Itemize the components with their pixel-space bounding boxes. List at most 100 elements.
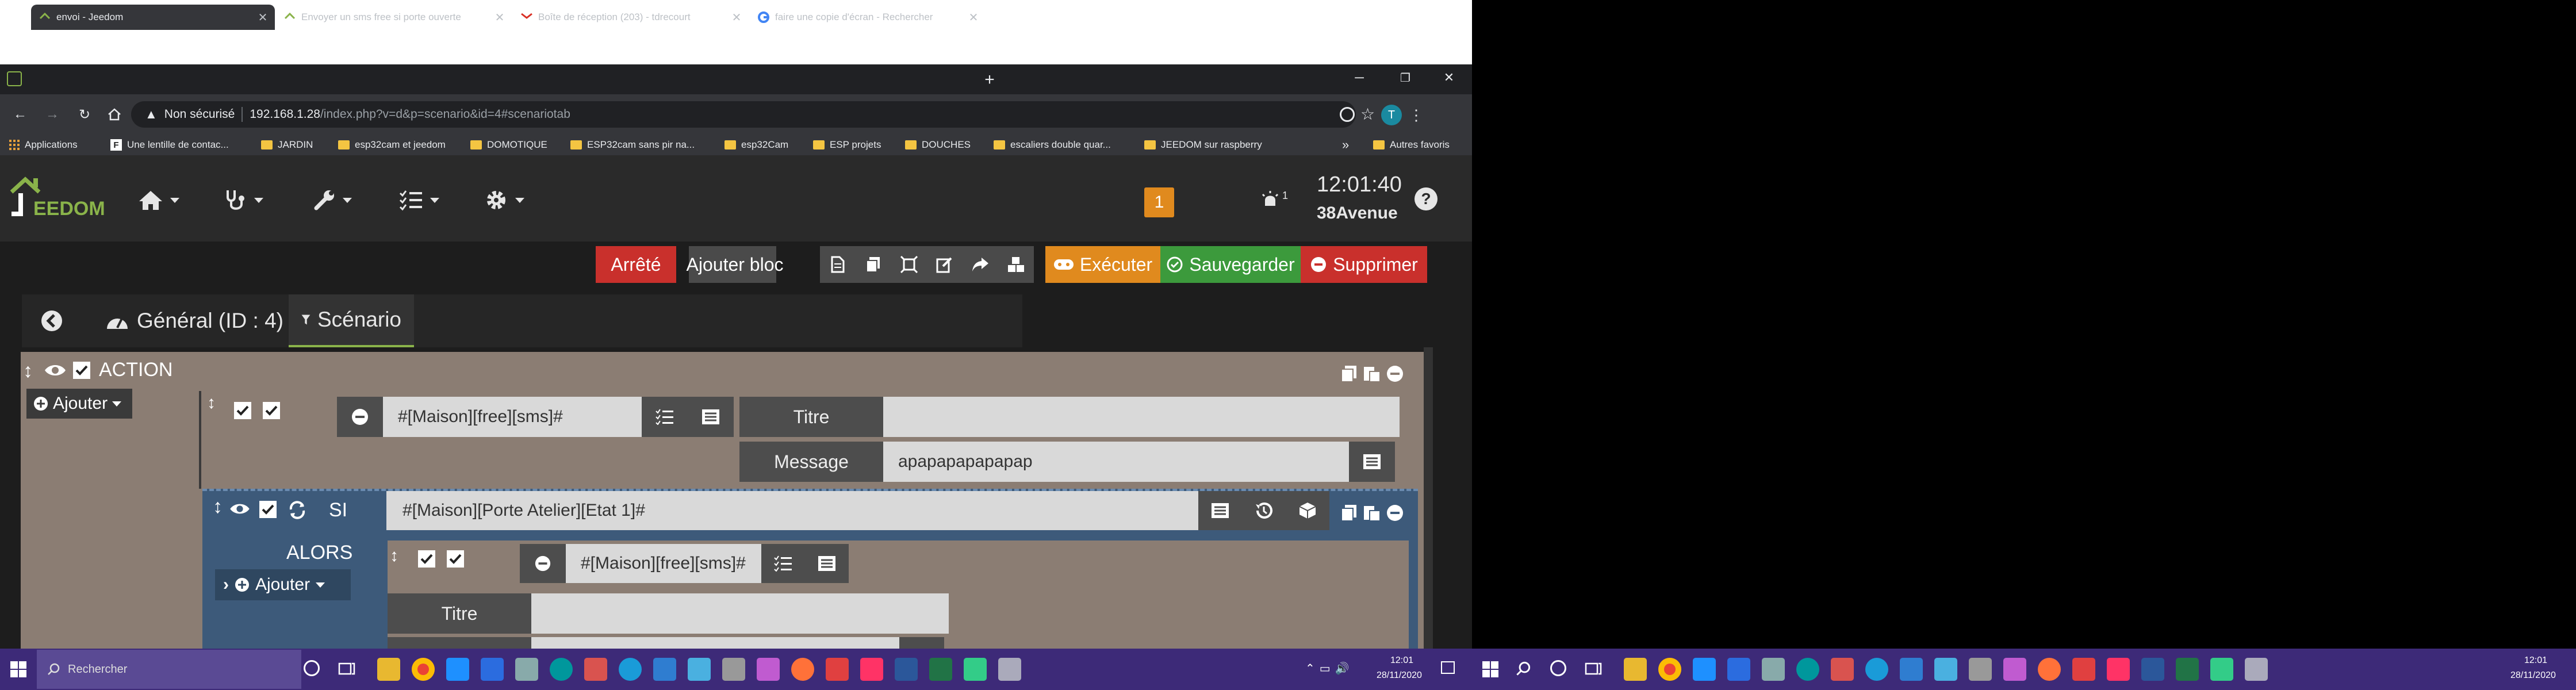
notification-badge[interactable]: 1	[1144, 187, 1174, 217]
action-add-button[interactable]: Ajouter	[26, 389, 132, 419]
copy-icon[interactable]	[1340, 504, 1358, 522]
tray-icons[interactable]: ⌃▭🔊	[1305, 661, 1354, 676]
restore-button[interactable]: ❐	[1382, 64, 1428, 91]
tab-general[interactable]: Général (ID : 4)	[92, 294, 296, 347]
remove-circle-icon[interactable]	[1386, 365, 1404, 383]
profile-avatar[interactable]: T	[1381, 105, 1402, 125]
back-arrow-button[interactable]	[28, 294, 76, 347]
sync-icon[interactable]	[288, 500, 307, 520]
help-icon[interactable]: ?	[1414, 187, 1438, 210]
message-input[interactable]: apapapapapapap	[883, 442, 1349, 482]
menu-tools[interactable]	[313, 184, 352, 216]
alors-command-input[interactable]: #[Maison][free][sms]#	[566, 544, 761, 583]
save-button[interactable]: Sauvegarder	[1160, 246, 1301, 283]
chrome-icon[interactable]	[1658, 658, 1681, 681]
execute-button[interactable]: Exécuter	[1045, 246, 1160, 283]
app-icon-7[interactable]	[722, 658, 745, 681]
condition-list-button[interactable]	[1198, 491, 1242, 530]
app-icon-9[interactable]	[826, 658, 849, 681]
app-icon-2[interactable]	[1727, 658, 1750, 681]
copy-button[interactable]	[856, 246, 891, 283]
menu-plugins[interactable]	[399, 184, 439, 216]
app-icon-5[interactable]	[1900, 658, 1923, 681]
app-icon-12[interactable]	[2245, 658, 2268, 681]
file-explorer-icon[interactable]	[377, 658, 400, 681]
app-icon-10[interactable]	[2107, 658, 2130, 681]
bookmark-star-icon[interactable]: ☆	[1360, 105, 1375, 124]
close-tab-icon[interactable]: ✕	[493, 10, 506, 25]
si-add-button[interactable]: › Ajouter	[215, 569, 351, 600]
bookmark-esp32cam-pir[interactable]: ESP32cam sans pir na...	[570, 139, 695, 151]
bookmark-douches[interactable]: DOUCHES	[905, 139, 971, 151]
jeedom-logo[interactable]: EEDOM	[8, 172, 112, 224]
drag-handle-icon[interactable]: ↕	[390, 546, 398, 566]
export-button[interactable]	[963, 246, 998, 283]
task-view-icon[interactable]	[1585, 661, 1602, 676]
arduino-icon[interactable]	[550, 658, 573, 681]
bookmark-jardin[interactable]: JARDIN	[261, 139, 313, 151]
app-icon-6[interactable]	[1934, 658, 1957, 681]
dependencies-button[interactable]	[891, 246, 927, 283]
alert-indicator[interactable]: 1	[1260, 190, 1288, 207]
app-icon-12[interactable]	[998, 658, 1021, 681]
app-icon-1[interactable]	[1693, 658, 1716, 681]
title-input[interactable]	[883, 397, 1400, 437]
app-icon-11[interactable]	[2210, 658, 2233, 681]
edit-text-button[interactable]	[927, 246, 963, 283]
templates-button[interactable]	[998, 246, 1034, 283]
app-icon-6[interactable]	[688, 658, 711, 681]
remove-action-button[interactable]	[337, 397, 383, 437]
app-icon-3[interactable]	[515, 658, 538, 681]
task-view-icon[interactable]	[338, 661, 355, 676]
paste-icon[interactable]	[1363, 504, 1381, 522]
paste-icon[interactable]	[1363, 365, 1381, 383]
edge-icon[interactable]	[1865, 658, 1888, 681]
tab-scenario[interactable]: Scénario	[289, 294, 414, 347]
chrome-icon[interactable]	[412, 658, 435, 681]
menu-home[interactable]	[138, 184, 179, 216]
block-enable-checkbox[interactable]	[71, 360, 92, 381]
app-icon-4[interactable]	[1831, 658, 1854, 681]
close-tab-icon[interactable]: ✕	[730, 10, 743, 25]
word-icon[interactable]	[2141, 658, 2164, 681]
reload-button[interactable]: ↻	[74, 103, 95, 125]
select-command-button[interactable]	[642, 397, 688, 437]
alors-action-parallel-checkbox[interactable]	[445, 549, 466, 569]
message-list-button[interactable]	[1349, 442, 1395, 482]
address-bar[interactable]: ▲ Non sécurisé 192.168.1.28/index.php?v=…	[131, 101, 1356, 128]
log-button[interactable]	[820, 246, 856, 283]
arduino-icon[interactable]	[1796, 658, 1819, 681]
app-icon-9[interactable]	[2072, 658, 2095, 681]
add-block-button[interactable]: Ajouter bloc	[687, 246, 784, 283]
app-icon-7[interactable]	[1969, 658, 1992, 681]
condition-input[interactable]: #[Maison][Porte Atelier][Etat 1]#	[386, 491, 1198, 530]
menu-settings[interactable]	[484, 184, 524, 216]
bookmarks-overflow-button[interactable]: »	[1342, 137, 1349, 152]
app-icon-2[interactable]	[481, 658, 504, 681]
bookmark-esp-projets[interactable]: ESP projets	[813, 139, 881, 151]
file-explorer-icon[interactable]	[1624, 658, 1647, 681]
close-tab-icon[interactable]: ✕	[967, 10, 980, 25]
drag-handle-icon[interactable]: ↕	[207, 393, 216, 413]
tab-sms-free[interactable]: Envoyer un sms free si porte ouverte ✕	[276, 5, 512, 30]
bookmark-domotique[interactable]: DOMOTIQUE	[470, 139, 547, 151]
select-list-button[interactable]	[688, 397, 734, 437]
browser-menu-icon[interactable]	[7, 71, 22, 86]
cortana-icon[interactable]	[1550, 660, 1566, 676]
bookmark-esp32cam[interactable]: esp32Cam	[724, 139, 788, 151]
bookmark-applications[interactable]: Applications	[9, 139, 78, 151]
bookmark-other[interactable]: Autres favoris	[1373, 139, 1450, 151]
copy-icon[interactable]	[1340, 365, 1358, 383]
minimize-button[interactable]: ─	[1336, 64, 1382, 91]
delete-button[interactable]: Supprimer	[1301, 246, 1427, 283]
select-list-button[interactable]	[805, 544, 849, 583]
forward-button[interactable]: →	[41, 103, 63, 125]
app-icon-8[interactable]	[2003, 658, 2026, 681]
bookmark-lentille[interactable]: F Une lentille de contac...	[110, 139, 229, 151]
bookmark-esp32cam-jeedom[interactable]: esp32cam et jeedom	[338, 139, 446, 151]
alors-title-input[interactable]	[531, 593, 949, 634]
select-command-button[interactable]	[761, 544, 805, 583]
app-icon-4[interactable]	[584, 658, 607, 681]
close-window-button[interactable]: ✕	[1426, 64, 1472, 91]
close-tab-icon[interactable]: ✕	[256, 10, 269, 25]
